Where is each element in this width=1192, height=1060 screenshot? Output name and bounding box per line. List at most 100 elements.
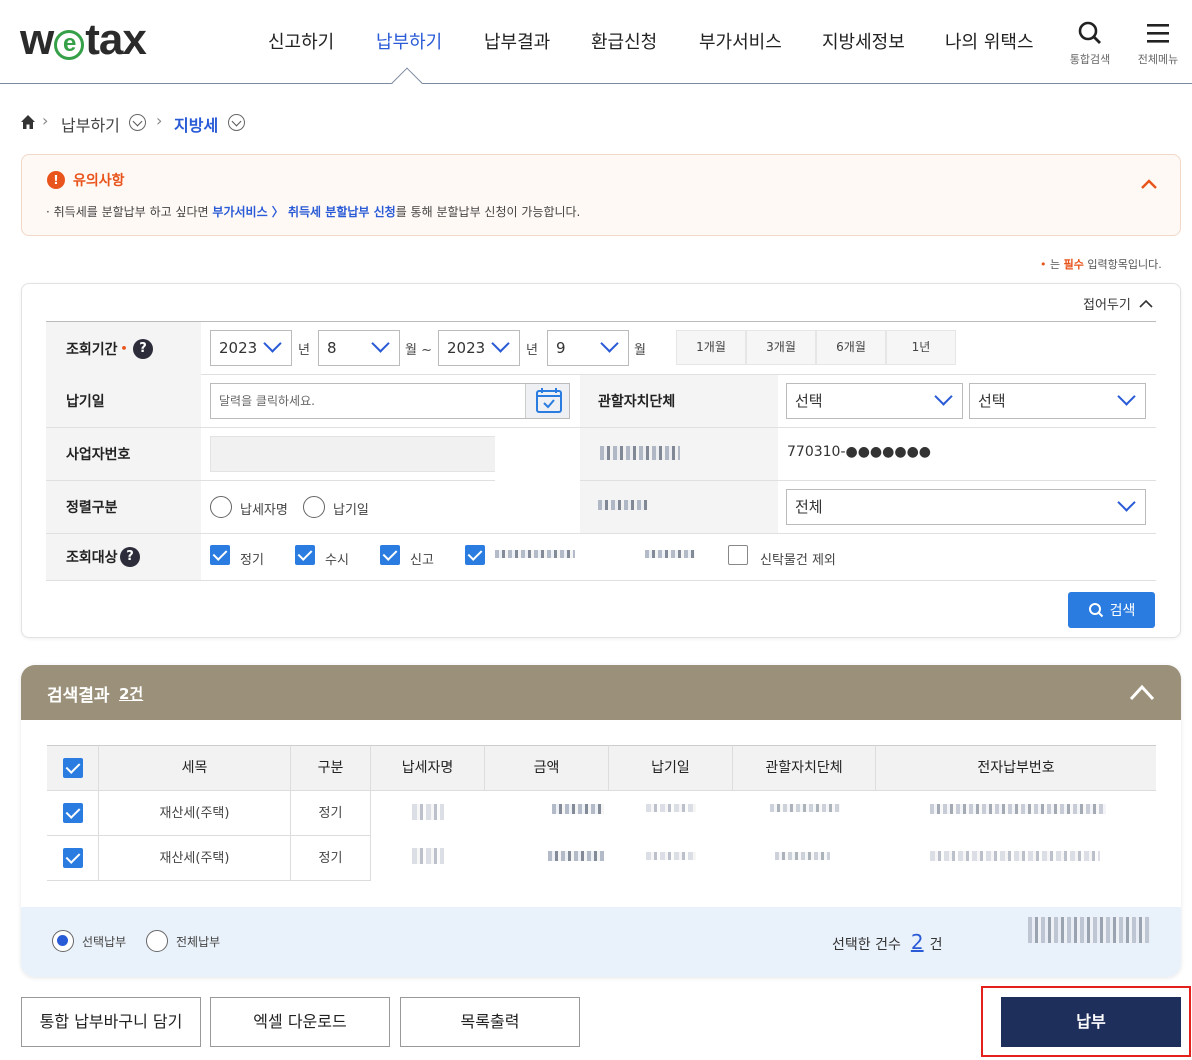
pay-all-label: 전체납부 [176, 935, 221, 949]
target-checkbox-report[interactable] [380, 545, 400, 565]
redacted-cell [646, 852, 696, 860]
start-month-select[interactable]: 8 [318, 330, 400, 366]
notice-box: ! 유의사항 · 취득세를 분할납부 하고 싶다면 부가서비스 〉 취득세 분할… [21, 154, 1181, 236]
redacted-cell [930, 804, 1106, 814]
integrated-search-button[interactable]: 통합검색 [1064, 20, 1116, 67]
unit-month-tilde: 월 ~ [405, 343, 432, 358]
end-month-select[interactable]: 9 [547, 330, 629, 366]
hamburger-menu-icon [1147, 24, 1169, 43]
end-year-select[interactable]: 2023 [438, 330, 520, 366]
print-list-button[interactable]: 목록출력 [400, 997, 580, 1047]
target-option-regular: 정기 [240, 553, 264, 568]
redacted-cell [775, 852, 830, 860]
notice-link[interactable]: 부가서비스 〉 취득세 분할납부 신청 [212, 205, 395, 219]
target-checkbox-regular[interactable] [210, 545, 230, 565]
all-menu-button[interactable]: 전체메뉴 [1132, 20, 1184, 67]
quick-period-1m[interactable]: 1개월 [676, 330, 746, 365]
due-date-label: 납기일 [46, 375, 201, 427]
period-label: 조회기간 • ? [46, 322, 201, 375]
jurisdiction-select-1[interactable]: 선택 [786, 383, 963, 419]
bizno-label: 사업자번호 [46, 428, 201, 480]
top-header: w e tax 신고하기 납부하기 납부결과 환급신청 부가서비스 지방세정보 나의… [0, 0, 1192, 84]
collapse-toggle[interactable]: 접어두기 [1083, 294, 1153, 313]
target-checkbox-redacted[interactable] [465, 545, 485, 565]
col-jurisdiction: 관할자치단체 [733, 745, 876, 791]
calendar-icon[interactable] [525, 384, 569, 418]
target-checkbox-occasional[interactable] [295, 545, 315, 565]
chevron-right-icon: › [156, 111, 163, 130]
due-date-input[interactable]: 달력을 클릭하세요. [210, 383, 570, 419]
jurisdiction-select-2[interactable]: 선택 [969, 383, 1146, 419]
help-icon[interactable]: ? [133, 339, 153, 359]
quick-period-6m[interactable]: 6개월 [816, 330, 886, 365]
exclude-trust-checkbox[interactable] [728, 545, 748, 565]
exclude-trust-label: 신탁물건 제외 [760, 553, 836, 568]
pay-all-radio[interactable] [146, 930, 168, 952]
home-icon[interactable] [20, 114, 36, 134]
nav-refund[interactable]: 환급신청 [591, 28, 657, 54]
nav-pay[interactable]: 납부하기 [376, 28, 442, 54]
sort-label: 정렬구분 [46, 481, 201, 533]
target-option-report: 신고 [410, 553, 434, 568]
pay-selected-radio[interactable] [52, 930, 74, 952]
breadcrumb-level1[interactable]: 납부하기 [61, 112, 120, 136]
unit-year: 년 [526, 343, 538, 358]
col-taxpayer: 납세자명 [371, 745, 485, 791]
add-to-cart-button[interactable]: 통합 납부바구니 담기 [21, 997, 201, 1047]
sort-radio-name[interactable] [210, 496, 232, 518]
nav-pay-result[interactable]: 납부결과 [484, 28, 550, 54]
quick-period-3m[interactable]: 3개월 [746, 330, 816, 365]
quick-period-1y[interactable]: 1년 [886, 330, 956, 365]
redacted-cell [552, 804, 604, 814]
sort-option-name: 납세자명 [240, 503, 288, 518]
chevron-up-icon[interactable] [1140, 175, 1158, 194]
redaction-mask [495, 436, 580, 528]
breadcrumb-level1-dropdown-icon[interactable] [129, 114, 146, 135]
col-due-date: 납기일 [609, 745, 733, 791]
breadcrumb-level2[interactable]: 지방세 [174, 112, 218, 136]
col-tax-item: 세목 [99, 745, 291, 791]
col-epay-no: 전자납부번호 [876, 745, 1156, 791]
sort-option-date: 납기일 [333, 503, 369, 518]
redacted-cell [412, 848, 444, 864]
table-row [47, 791, 99, 836]
redacted-text [495, 550, 575, 558]
jurisdiction-label: 관할자치단체 [580, 375, 778, 427]
help-icon[interactable]: ? [120, 547, 140, 567]
row-checkbox[interactable] [63, 803, 83, 823]
breadcrumb-level2-dropdown-icon[interactable] [228, 114, 245, 135]
results-header: 검색결과 2건 [21, 665, 1181, 720]
redacted-text [600, 446, 680, 460]
nav-my-wetax[interactable]: 나의 위택스 [945, 28, 1034, 54]
nav-local-tax-info[interactable]: 지방세정보 [822, 28, 905, 54]
select-all-checkbox[interactable] [63, 758, 83, 778]
results-count: 2건 [119, 685, 144, 703]
table-row [47, 836, 99, 881]
selected-count: 선택한 건수 2 건 [832, 930, 943, 954]
pay-selected-label: 선택납부 [82, 935, 127, 949]
pay-button[interactable]: 납부 [1001, 997, 1181, 1047]
notice-text: · 취득세를 분할납부 하고 싶다면 부가서비스 〉 취득세 분할납부 신청를 … [46, 205, 581, 219]
excel-download-button[interactable]: 엑셀 다운로드 [210, 997, 390, 1047]
row-type: 정기 [291, 836, 371, 881]
start-year-select[interactable]: 2023 [210, 330, 292, 366]
select-all-cell [47, 745, 99, 791]
row-tax-item: 재산세(주택) [99, 836, 291, 881]
target-label: 조회대상 ? [46, 534, 201, 580]
redacted-cell [548, 851, 604, 861]
sort-radio-date[interactable] [303, 496, 325, 518]
nav-extra-service[interactable]: 부가서비스 [699, 28, 782, 54]
search-button[interactable]: 검색 [1068, 592, 1155, 628]
col-type: 구분 [291, 745, 371, 791]
row-checkbox[interactable] [63, 848, 83, 868]
integrated-search-label: 통합검색 [1069, 53, 1111, 66]
id-number-value: 770310-●●●●●●● [787, 444, 932, 460]
wetax-logo[interactable]: w e tax [20, 18, 147, 62]
nav-report[interactable]: 신고하기 [268, 28, 334, 54]
chevron-up-icon[interactable] [1129, 683, 1155, 701]
all-select[interactable]: 전체 [786, 489, 1146, 525]
alert-icon: ! [47, 171, 65, 189]
notice-title: 유의사항 [73, 173, 125, 189]
chevron-up-icon [1139, 299, 1153, 308]
redaction-mask [580, 482, 695, 577]
